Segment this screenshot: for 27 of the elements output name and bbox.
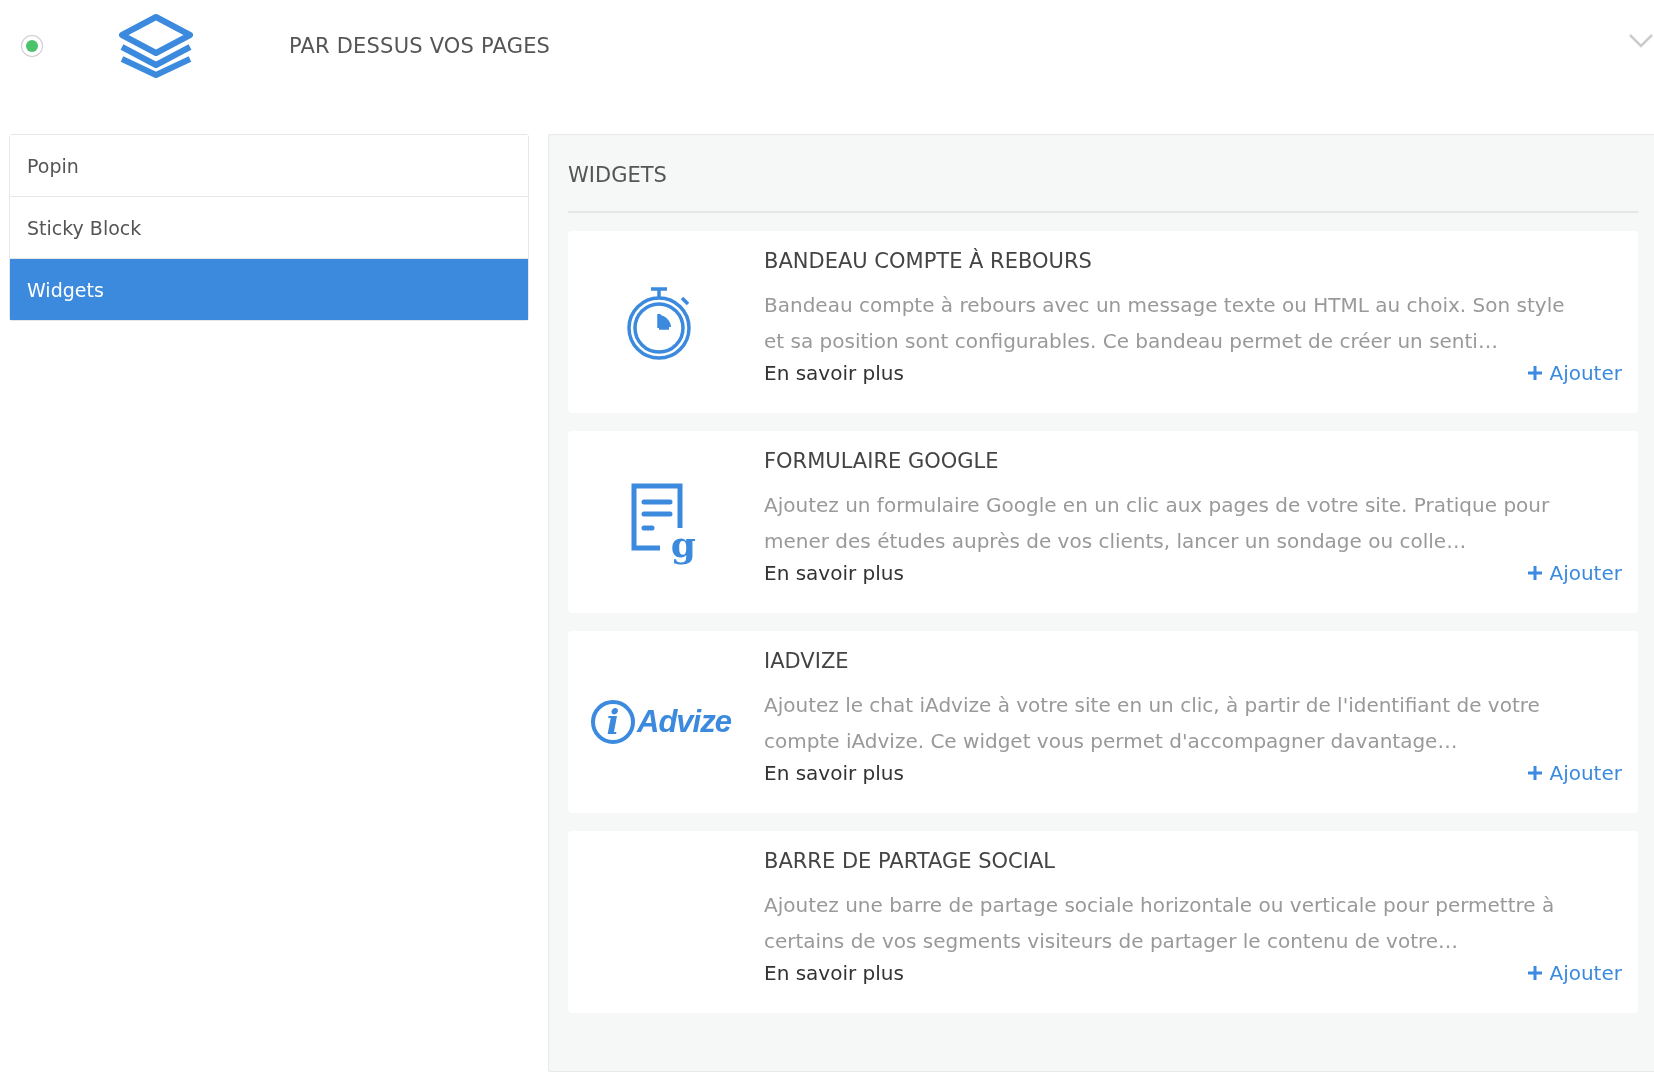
widget-title: IADVIZE bbox=[764, 649, 849, 673]
add-link[interactable]: Ajouter bbox=[1527, 761, 1622, 785]
learn-more-link[interactable]: En savoir plus bbox=[764, 361, 904, 385]
widget-description: Ajoutez le chat iAdvize à votre site en un clic, à partir de l'identifiant de votre compte iAdvize. Ce widget vous permet d'accompagner davantage… bbox=[764, 692, 1541, 755]
widget-description: Ajoutez une barre de partage sociale horizontale ou verticale pour permettre à certains de vos segments visiteurs de partager le contenu de votre… bbox=[764, 892, 1556, 955]
plus-icon bbox=[1527, 565, 1544, 581]
add-link[interactable]: Ajouter bbox=[1527, 961, 1622, 985]
add-link[interactable]: Ajouter bbox=[1527, 561, 1622, 585]
learn-more-link[interactable]: En savoir plus bbox=[764, 761, 904, 785]
plus-icon bbox=[1527, 365, 1544, 381]
sidebar-item[interactable]: Popin bbox=[10, 135, 528, 197]
learn-more-link[interactable]: En savoir plus bbox=[764, 561, 904, 585]
add-link[interactable]: Ajouter bbox=[1527, 361, 1622, 385]
page-title: PAR DESSUS VOS PAGES bbox=[289, 34, 551, 58]
plus-icon bbox=[1527, 765, 1544, 781]
plus-icon bbox=[1527, 965, 1544, 981]
widget-description: Bandeau compte à rebours avec un message texte ou HTML au choix. Son style et sa position sont configurables. Ce bandeau permet de créer un senti… bbox=[764, 292, 1566, 355]
layers-icon bbox=[118, 13, 194, 79]
panel-title: WIDGETS bbox=[568, 163, 667, 187]
learn-more-link[interactable]: En savoir plus bbox=[764, 961, 904, 985]
widget-title: BARRE DE PARTAGE SOCIAL bbox=[764, 849, 1055, 873]
sidebar-item[interactable]: Widgets bbox=[10, 259, 528, 320]
chevron-down-icon[interactable] bbox=[1628, 32, 1654, 50]
iadvize-logo: i Advize bbox=[591, 700, 731, 744]
widget-title: FORMULAIRE GOOGLE bbox=[764, 449, 999, 473]
widget-description: Ajoutez un formulaire Google en un clic aux pages de votre site. Pratique pour mener des études auprès de vos clients, lancer un sondage ou colle… bbox=[764, 492, 1551, 555]
widget-title: BANDEAU COMPTE À REBOURS bbox=[764, 249, 1092, 273]
